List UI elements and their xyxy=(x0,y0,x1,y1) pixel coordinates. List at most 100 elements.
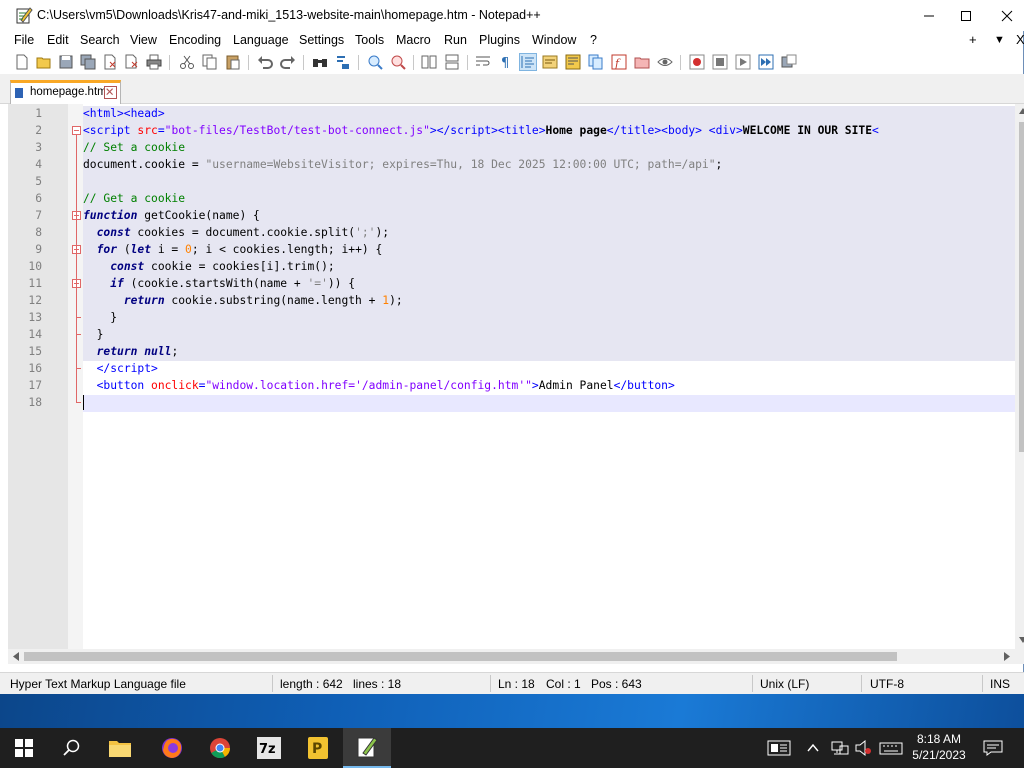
paste-icon[interactable] xyxy=(225,54,241,70)
code-line[interactable]: return null; xyxy=(83,343,1015,360)
code-line[interactable]: const cookies = document.cookie.split(';… xyxy=(83,224,1015,241)
code-line[interactable]: // Get a cookie xyxy=(83,190,1015,207)
taskbar-search-button[interactable] xyxy=(48,728,96,768)
save-macro-icon[interactable] xyxy=(781,54,797,70)
menu-search[interactable]: Search xyxy=(80,33,120,47)
vertical-scrollbar[interactable] xyxy=(1015,104,1024,649)
monitoring-eye-icon[interactable] xyxy=(657,54,673,70)
tab-list-dropdown-button[interactable]: ▼ xyxy=(994,34,1005,46)
code-line[interactable]: } xyxy=(83,326,1015,343)
volume-muted-icon[interactable] xyxy=(854,740,872,756)
horizontal-scrollbar[interactable] xyxy=(8,649,1024,664)
taskbar-firefox[interactable] xyxy=(148,728,196,768)
taskbar-chrome[interactable] xyxy=(196,728,244,768)
code-line[interactable]: // Set a cookie xyxy=(83,139,1015,156)
show-all-characters-icon[interactable]: ¶ xyxy=(497,54,513,70)
menu-window[interactable]: Window xyxy=(532,33,576,47)
menu-tools[interactable]: Tools xyxy=(355,33,384,47)
close-file-icon[interactable] xyxy=(102,54,118,70)
menu-language[interactable]: Language xyxy=(233,33,289,47)
tab-close-icon[interactable] xyxy=(104,86,117,99)
code-line[interactable]: </script> xyxy=(83,360,1015,377)
scroll-left-arrow-icon[interactable] xyxy=(13,652,19,661)
run-macro-multiple-icon[interactable] xyxy=(758,54,774,70)
scroll-right-arrow-icon[interactable] xyxy=(1004,652,1010,661)
fold-toggle-icon[interactable] xyxy=(72,126,81,135)
menu-run[interactable]: Run xyxy=(444,33,467,47)
code-line[interactable]: <script src="bot-files/TestBot/test-bot-… xyxy=(83,122,1015,139)
indent-guide-icon[interactable] xyxy=(519,53,537,71)
define-language-icon[interactable] xyxy=(542,54,558,70)
menu-file[interactable]: File xyxy=(14,33,34,47)
save-all-icon[interactable] xyxy=(80,54,96,70)
maximize-button[interactable] xyxy=(943,0,989,31)
network-icon[interactable] xyxy=(831,740,849,756)
menu-view[interactable]: View xyxy=(130,33,157,47)
copy-icon[interactable] xyxy=(202,54,218,70)
save-icon[interactable] xyxy=(58,54,74,70)
taskbar-notepadpp[interactable] xyxy=(343,728,391,768)
replace-icon[interactable] xyxy=(335,54,351,70)
chrome-icon xyxy=(210,738,231,759)
code-line[interactable] xyxy=(83,173,1015,190)
code-line[interactable]: } xyxy=(83,309,1015,326)
find-icon[interactable] xyxy=(312,54,328,70)
print-icon[interactable] xyxy=(146,54,162,70)
menu-settings[interactable]: Settings xyxy=(299,33,344,47)
close-document-button[interactable]: X xyxy=(1016,32,1024,47)
horizontal-scroll-thumb[interactable] xyxy=(24,652,897,661)
notifications-icon[interactable] xyxy=(983,740,1003,756)
open-file-icon[interactable] xyxy=(36,54,52,70)
stop-macro-icon[interactable] xyxy=(712,54,728,70)
line-number: 15 xyxy=(28,345,42,358)
code-line[interactable] xyxy=(83,394,1015,411)
code-line[interactable]: <html><head> xyxy=(83,105,1015,122)
scroll-down-arrow-icon[interactable] xyxy=(1019,637,1024,643)
taskbar-7zip[interactable]: 7z xyxy=(245,728,293,768)
undo-icon[interactable] xyxy=(257,54,273,70)
code-line[interactable]: for (let i = 0; i < cookies.length; i++)… xyxy=(83,241,1015,258)
record-macro-icon[interactable] xyxy=(689,54,705,70)
code-editor[interactable]: 1 2 3 4 5 6 7 8 9 10 11 12 13 14 15 16 17 18 <html><head>… xyxy=(8,104,1024,649)
sync-horizontal-icon[interactable] xyxy=(444,54,460,70)
code-line[interactable]: if (cookie.startsWith(name + '=')) { xyxy=(83,275,1015,292)
chevron-up-icon[interactable] xyxy=(806,740,820,756)
start-button[interactable] xyxy=(0,728,48,768)
code-area[interactable]: <html><head> <script src="bot-files/TestB… xyxy=(83,104,1015,649)
sync-vertical-icon[interactable] xyxy=(421,54,437,70)
menu-encoding[interactable]: Encoding xyxy=(169,33,221,47)
system-clock[interactable]: 8:18 AM 5/21/2023 xyxy=(906,731,972,763)
tab-homepage[interactable]: homepage.htm xyxy=(10,80,121,104)
zoom-out-icon[interactable] xyxy=(390,54,406,70)
scroll-up-arrow-icon[interactable] xyxy=(1019,108,1024,114)
new-tab-plus-button[interactable]: + xyxy=(969,32,977,47)
keyboard-icon[interactable] xyxy=(879,740,903,756)
close-all-icon[interactable] xyxy=(124,54,140,70)
play-macro-icon[interactable] xyxy=(735,54,751,70)
close-button[interactable] xyxy=(990,0,1024,31)
new-file-icon[interactable] xyxy=(14,54,30,70)
code-line[interactable]: <button onclick="window.location.href='/… xyxy=(83,377,1015,394)
notepadpp-icon xyxy=(357,737,378,758)
taskview-icon[interactable] xyxy=(767,740,791,756)
menu-help[interactable]: ? xyxy=(590,33,597,47)
code-line[interactable]: function getCookie(name) { xyxy=(83,207,1015,224)
menu-plugins[interactable]: Plugins xyxy=(479,33,520,47)
cut-icon[interactable] xyxy=(179,54,195,70)
menu-macro[interactable]: Macro xyxy=(396,33,431,47)
code-line[interactable]: return cookie.substring(name.length + 1)… xyxy=(83,292,1015,309)
word-wrap-icon[interactable] xyxy=(475,54,491,70)
code-line[interactable]: const cookie = cookies[i].trim(); xyxy=(83,258,1015,275)
code-line[interactable]: document.cookie = "username=WebsiteVisit… xyxy=(83,156,1015,173)
title-bar[interactable]: C:\Users\vm5\Downloads\Kris47-and-miki_1… xyxy=(0,0,1024,31)
zoom-in-icon[interactable] xyxy=(367,54,383,70)
taskbar-notepad-yellow[interactable]: P xyxy=(294,728,342,768)
vertical-scroll-thumb[interactable] xyxy=(1019,122,1024,452)
taskbar-file-explorer[interactable] xyxy=(96,728,144,768)
redo-icon[interactable] xyxy=(280,54,296,70)
document-list-icon[interactable] xyxy=(588,54,604,70)
folder-workspace-icon[interactable] xyxy=(634,54,650,70)
document-map-icon[interactable] xyxy=(565,54,581,70)
function-list-icon[interactable]: f xyxy=(611,54,627,70)
menu-edit[interactable]: Edit xyxy=(47,33,69,47)
